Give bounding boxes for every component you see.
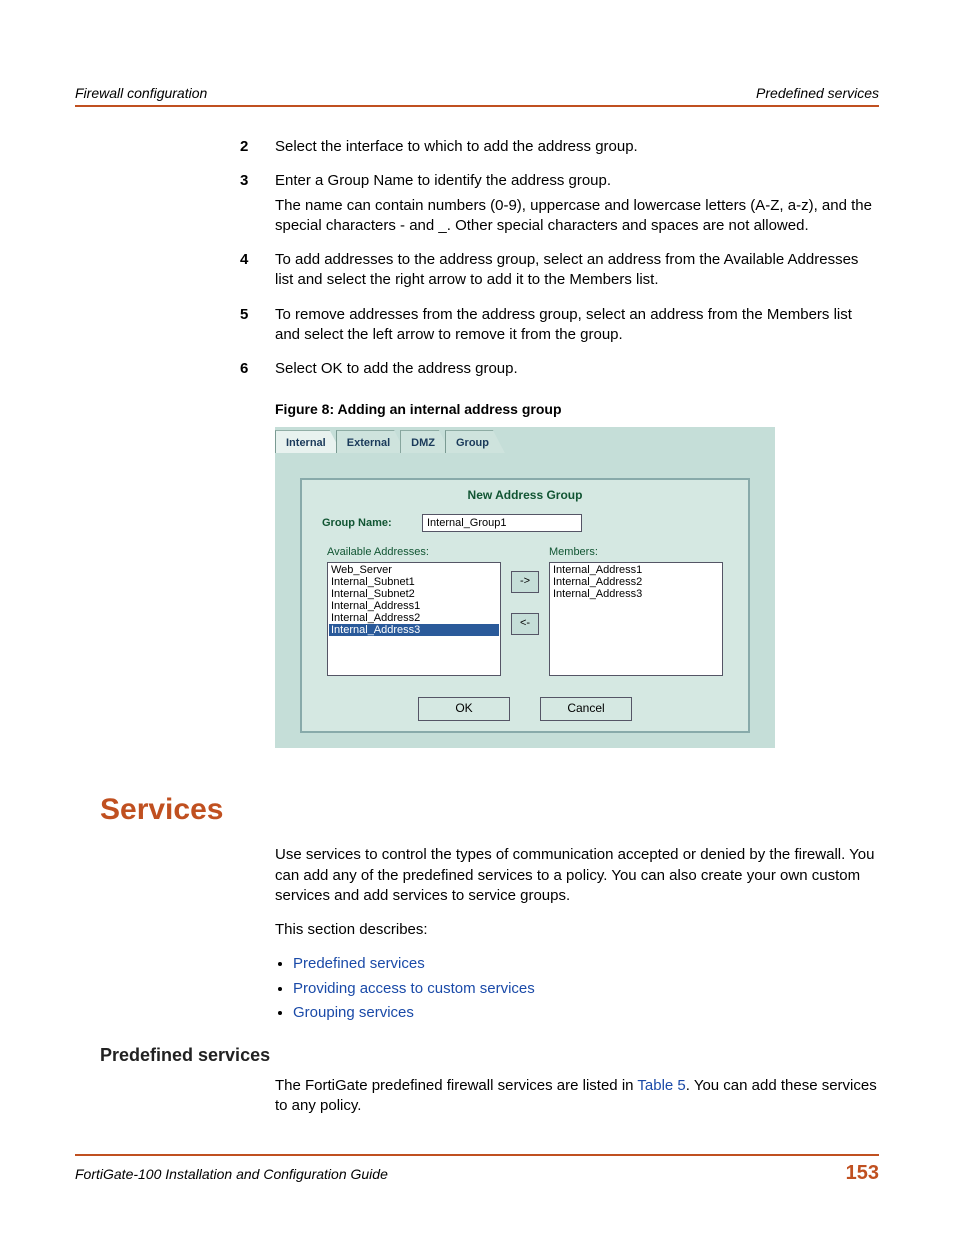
step-number: 5 — [240, 305, 275, 350]
section-link[interactable]: Grouping services — [293, 1004, 414, 1021]
tab-group[interactable]: Group — [445, 430, 505, 453]
figure-caption: Figure 8: Adding an internal address gro… — [275, 401, 879, 417]
predefined-services-text: The FortiGate predefined firewall servic… — [275, 1076, 879, 1117]
available-addresses-list[interactable]: Web_ServerInternal_Subnet1Internal_Subne… — [327, 562, 501, 676]
step: 2Select the interface to which to add th… — [240, 137, 879, 161]
members-label: Members: — [549, 546, 723, 558]
footer-title: FortiGate-100 Installation and Configura… — [75, 1166, 388, 1182]
list-item[interactable]: Internal_Address1 — [551, 564, 721, 576]
predefined-services-heading: Predefined services — [100, 1045, 879, 1066]
list-item[interactable]: Internal_Subnet2 — [329, 588, 499, 600]
list-item[interactable]: Web_Server — [329, 564, 499, 576]
list-item[interactable]: Internal_Address2 — [329, 612, 499, 624]
step: 4To add addresses to the address group, … — [240, 250, 879, 295]
page-footer: FortiGate-100 Installation and Configura… — [75, 1154, 879, 1185]
step-body: Select the interface to which to add the… — [275, 137, 879, 161]
list-item[interactable]: Internal_Address3 — [551, 588, 721, 600]
list-item[interactable]: Internal_Address2 — [551, 576, 721, 588]
remove-arrow-button[interactable]: <- — [511, 613, 539, 635]
header-left: Firewall configuration — [75, 85, 207, 101]
section-link[interactable]: Predefined services — [293, 955, 425, 972]
header-right: Predefined services — [756, 85, 879, 101]
tab-external[interactable]: External — [336, 430, 406, 453]
step: 6Select OK to add the address group. — [240, 359, 879, 383]
panel-title: New Address Group — [302, 480, 748, 514]
address-group-dialog: InternalExternalDMZGroup New Address Gro… — [275, 427, 775, 748]
step-number: 2 — [240, 137, 275, 161]
cancel-button[interactable]: Cancel — [540, 697, 632, 721]
step-number: 4 — [240, 250, 275, 295]
members-list[interactable]: Internal_Address1Internal_Address2Intern… — [549, 562, 723, 676]
step-body: To remove addresses from the address gro… — [275, 305, 879, 350]
header-rule — [75, 105, 879, 107]
tab-bar: InternalExternalDMZGroup — [275, 427, 775, 453]
list-item[interactable]: Internal_Address3 — [329, 624, 499, 636]
step-number: 6 — [240, 359, 275, 383]
step: 3Enter a Group Name to identify the addr… — [240, 171, 879, 240]
services-describes: This section describes: — [275, 920, 879, 940]
available-label: Available Addresses: — [327, 546, 501, 558]
tab-internal[interactable]: Internal — [275, 430, 342, 453]
step-body: Enter a Group Name to identify the addre… — [275, 171, 879, 240]
services-heading: Services — [100, 793, 879, 827]
list-item[interactable]: Internal_Address1 — [329, 600, 499, 612]
group-name-input[interactable] — [422, 514, 582, 532]
step-number: 3 — [240, 171, 275, 240]
group-name-label: Group Name: — [322, 517, 422, 529]
step-body: Select OK to add the address group. — [275, 359, 879, 383]
ok-button[interactable]: OK — [418, 697, 510, 721]
add-arrow-button[interactable]: -> — [511, 571, 539, 593]
page-header: Firewall configuration Predefined servic… — [75, 85, 879, 105]
section-link[interactable]: Providing access to custom services — [293, 980, 535, 997]
services-intro: Use services to control the types of com… — [275, 845, 879, 906]
tab-dmz[interactable]: DMZ — [400, 430, 451, 453]
list-item[interactable]: Internal_Subnet1 — [329, 576, 499, 588]
footer-rule — [75, 1154, 879, 1156]
dialog-panel: New Address Group Group Name: Available … — [300, 478, 750, 733]
table-5-link[interactable]: Table 5 — [637, 1077, 685, 1094]
step: 5To remove addresses from the address gr… — [240, 305, 879, 350]
step-body: To add addresses to the address group, s… — [275, 250, 879, 295]
page-number: 153 — [846, 1162, 879, 1185]
